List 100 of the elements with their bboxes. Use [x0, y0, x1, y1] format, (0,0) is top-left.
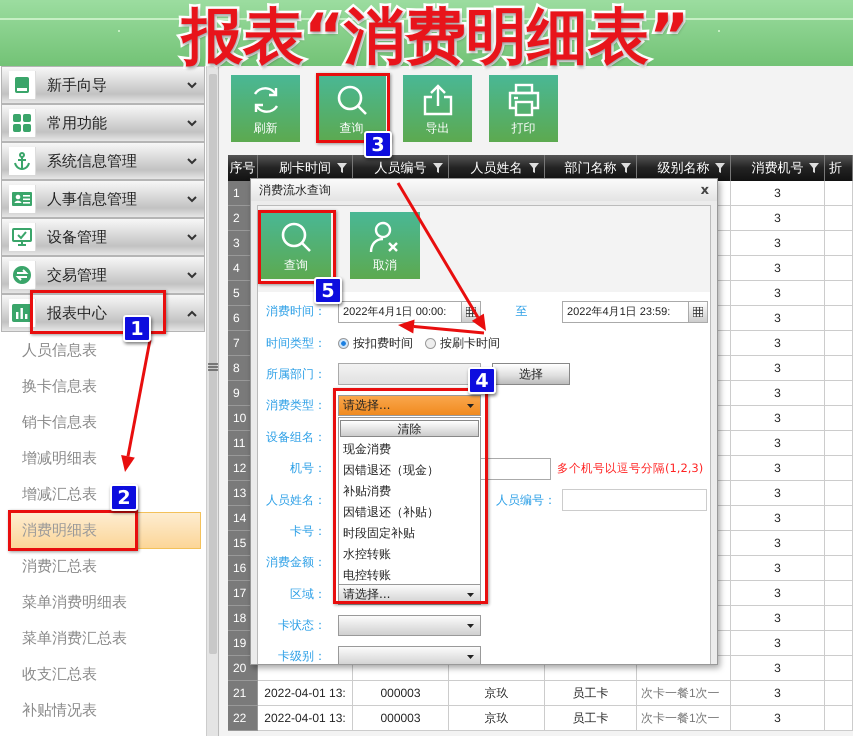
grid-icon: [13, 114, 31, 132]
filter-icon[interactable]: [529, 163, 539, 173]
filter-icon[interactable]: [809, 163, 819, 173]
table-cell: 3: [731, 331, 825, 356]
table-cell: [825, 606, 853, 631]
search-icon: [334, 83, 368, 117]
table-cell: 3: [731, 406, 825, 431]
menu-item[interactable]: 人员信息表: [8, 332, 102, 368]
table-cell: 3: [731, 681, 825, 706]
calendar-button[interactable]: [688, 302, 707, 322]
clear-button[interactable]: 清除: [340, 420, 479, 438]
menu-section-header[interactable]: 新手向导: [1, 66, 205, 104]
dropdown-option[interactable]: 时段固定补贴: [339, 523, 480, 544]
table-cell: [825, 256, 853, 281]
book-icon: [14, 76, 30, 94]
dropdown[interactable]: [338, 615, 481, 636]
dialog-title: 消费流水查询: [259, 182, 331, 198]
dropdown-option[interactable]: 现金消费: [339, 439, 480, 460]
expand-chevron-icon: [187, 272, 197, 278]
id-card-icon: [12, 191, 32, 207]
row-number: 21: [228, 681, 258, 706]
row-number: 22: [228, 706, 258, 731]
menu-item[interactable]: 增减明细表: [8, 440, 102, 476]
radio-option[interactable]: 按刷卡时间: [425, 334, 500, 352]
field-label: 机号：: [289, 460, 326, 478]
table-cell: 3: [731, 456, 825, 481]
menu-item[interactable]: 销卡信息表: [8, 404, 102, 440]
dropdown[interactable]: [338, 646, 481, 664]
table-cell: 3: [731, 206, 825, 231]
table-cell: 京玖: [449, 706, 545, 731]
dropdown-option[interactable]: 水控转账: [339, 544, 480, 566]
table-cell: 3: [731, 281, 825, 306]
filter-icon[interactable]: [337, 163, 347, 173]
table-cell: [825, 356, 853, 381]
menu-item[interactable]: 换卡信息表: [8, 368, 102, 404]
table-cell: 3: [731, 506, 825, 531]
step-badge: 5: [314, 277, 342, 304]
calendar-icon[interactable]: [693, 306, 703, 317]
field-label: 设备组名：: [265, 428, 326, 446]
radio-option[interactable]: 按扣费时间: [338, 334, 413, 352]
input-field[interactable]: [562, 489, 707, 512]
table-cell: 3: [731, 481, 825, 506]
grip-icon[interactable]: [208, 363, 218, 371]
filter-icon[interactable]: [715, 163, 725, 173]
table-cell: [825, 556, 853, 581]
menu-item[interactable]: 收支汇总表: [8, 656, 102, 693]
step-badge: 3: [364, 131, 392, 158]
close-button[interactable]: x: [700, 182, 709, 198]
table-cell: [825, 656, 853, 681]
scrollbar-thumb[interactable]: [209, 74, 217, 654]
table-cell: [825, 506, 853, 531]
column-header[interactable]: 消费机号: [731, 155, 825, 181]
table-cell: [825, 581, 853, 606]
radio-button[interactable]: [425, 338, 436, 349]
menu-item[interactable]: 消费汇总表: [8, 548, 102, 585]
dropdown-option[interactable]: 因错退还（补贴）: [339, 502, 480, 524]
menu-section-header[interactable]: 系统信息管理: [1, 142, 205, 180]
menu-section-header[interactable]: 常用功能: [1, 104, 205, 142]
table-cell: 3: [731, 181, 825, 206]
field-label: 区域：: [289, 586, 326, 603]
menu-item[interactable]: 增减汇总表: [8, 476, 102, 512]
table-cell: [825, 431, 853, 456]
printer-icon: [506, 83, 540, 117]
step-badge: 4: [468, 367, 496, 394]
date-field[interactable]: 2022年4月1日 00:00:: [338, 300, 481, 323]
table-cell: 3: [731, 381, 825, 406]
dropdown-option[interactable]: 电控转账: [339, 565, 480, 586]
table-cell: 3: [731, 306, 825, 331]
table-cell: [825, 531, 853, 556]
menu-item[interactable]: 补贴情况表: [8, 692, 102, 730]
field-label: 所属部门：: [265, 366, 326, 383]
menu-item[interactable]: 菜单消费汇总表: [8, 620, 132, 657]
menu-section-header[interactable]: 人事信息管理: [1, 180, 205, 218]
search-icon: [279, 220, 313, 254]
table-cell: 京玖: [449, 681, 545, 706]
table-cell: [825, 681, 853, 706]
table-cell: 000003: [353, 706, 449, 731]
table-cell: 3: [731, 356, 825, 381]
table-cell: 3: [731, 706, 825, 731]
table-cell: 次卡一餐1次一: [637, 681, 731, 706]
menu-section-header[interactable]: 设备管理: [1, 218, 205, 256]
row-number: 20: [228, 656, 258, 681]
field-label: 消费类型：: [265, 397, 326, 414]
column-header[interactable]: 折: [825, 155, 853, 181]
expand-chevron-icon: [187, 158, 197, 164]
filter-icon[interactable]: [621, 163, 631, 173]
menu-item[interactable]: 菜单消费明细表: [8, 584, 132, 621]
table-cell: 员工卡: [545, 706, 637, 731]
monitor-icon: [12, 228, 32, 246]
column-header[interactable]: 级别名称: [637, 155, 731, 181]
filter-icon[interactable]: [433, 163, 443, 173]
radio-button[interactable]: [338, 338, 349, 349]
column-header[interactable]: 序号: [228, 155, 258, 181]
dropdown-option[interactable]: 因错退还（现金）: [339, 460, 480, 482]
select-button[interactable]: 选择: [492, 363, 570, 386]
menu-section-header[interactable]: 交易管理: [1, 256, 205, 294]
dropdown[interactable]: 请选择...: [338, 395, 481, 416]
caret-icon: [467, 655, 474, 660]
dropdown-option[interactable]: 补贴消费: [339, 481, 480, 502]
date-field[interactable]: 2022年4月1日 23:59:: [562, 300, 708, 323]
